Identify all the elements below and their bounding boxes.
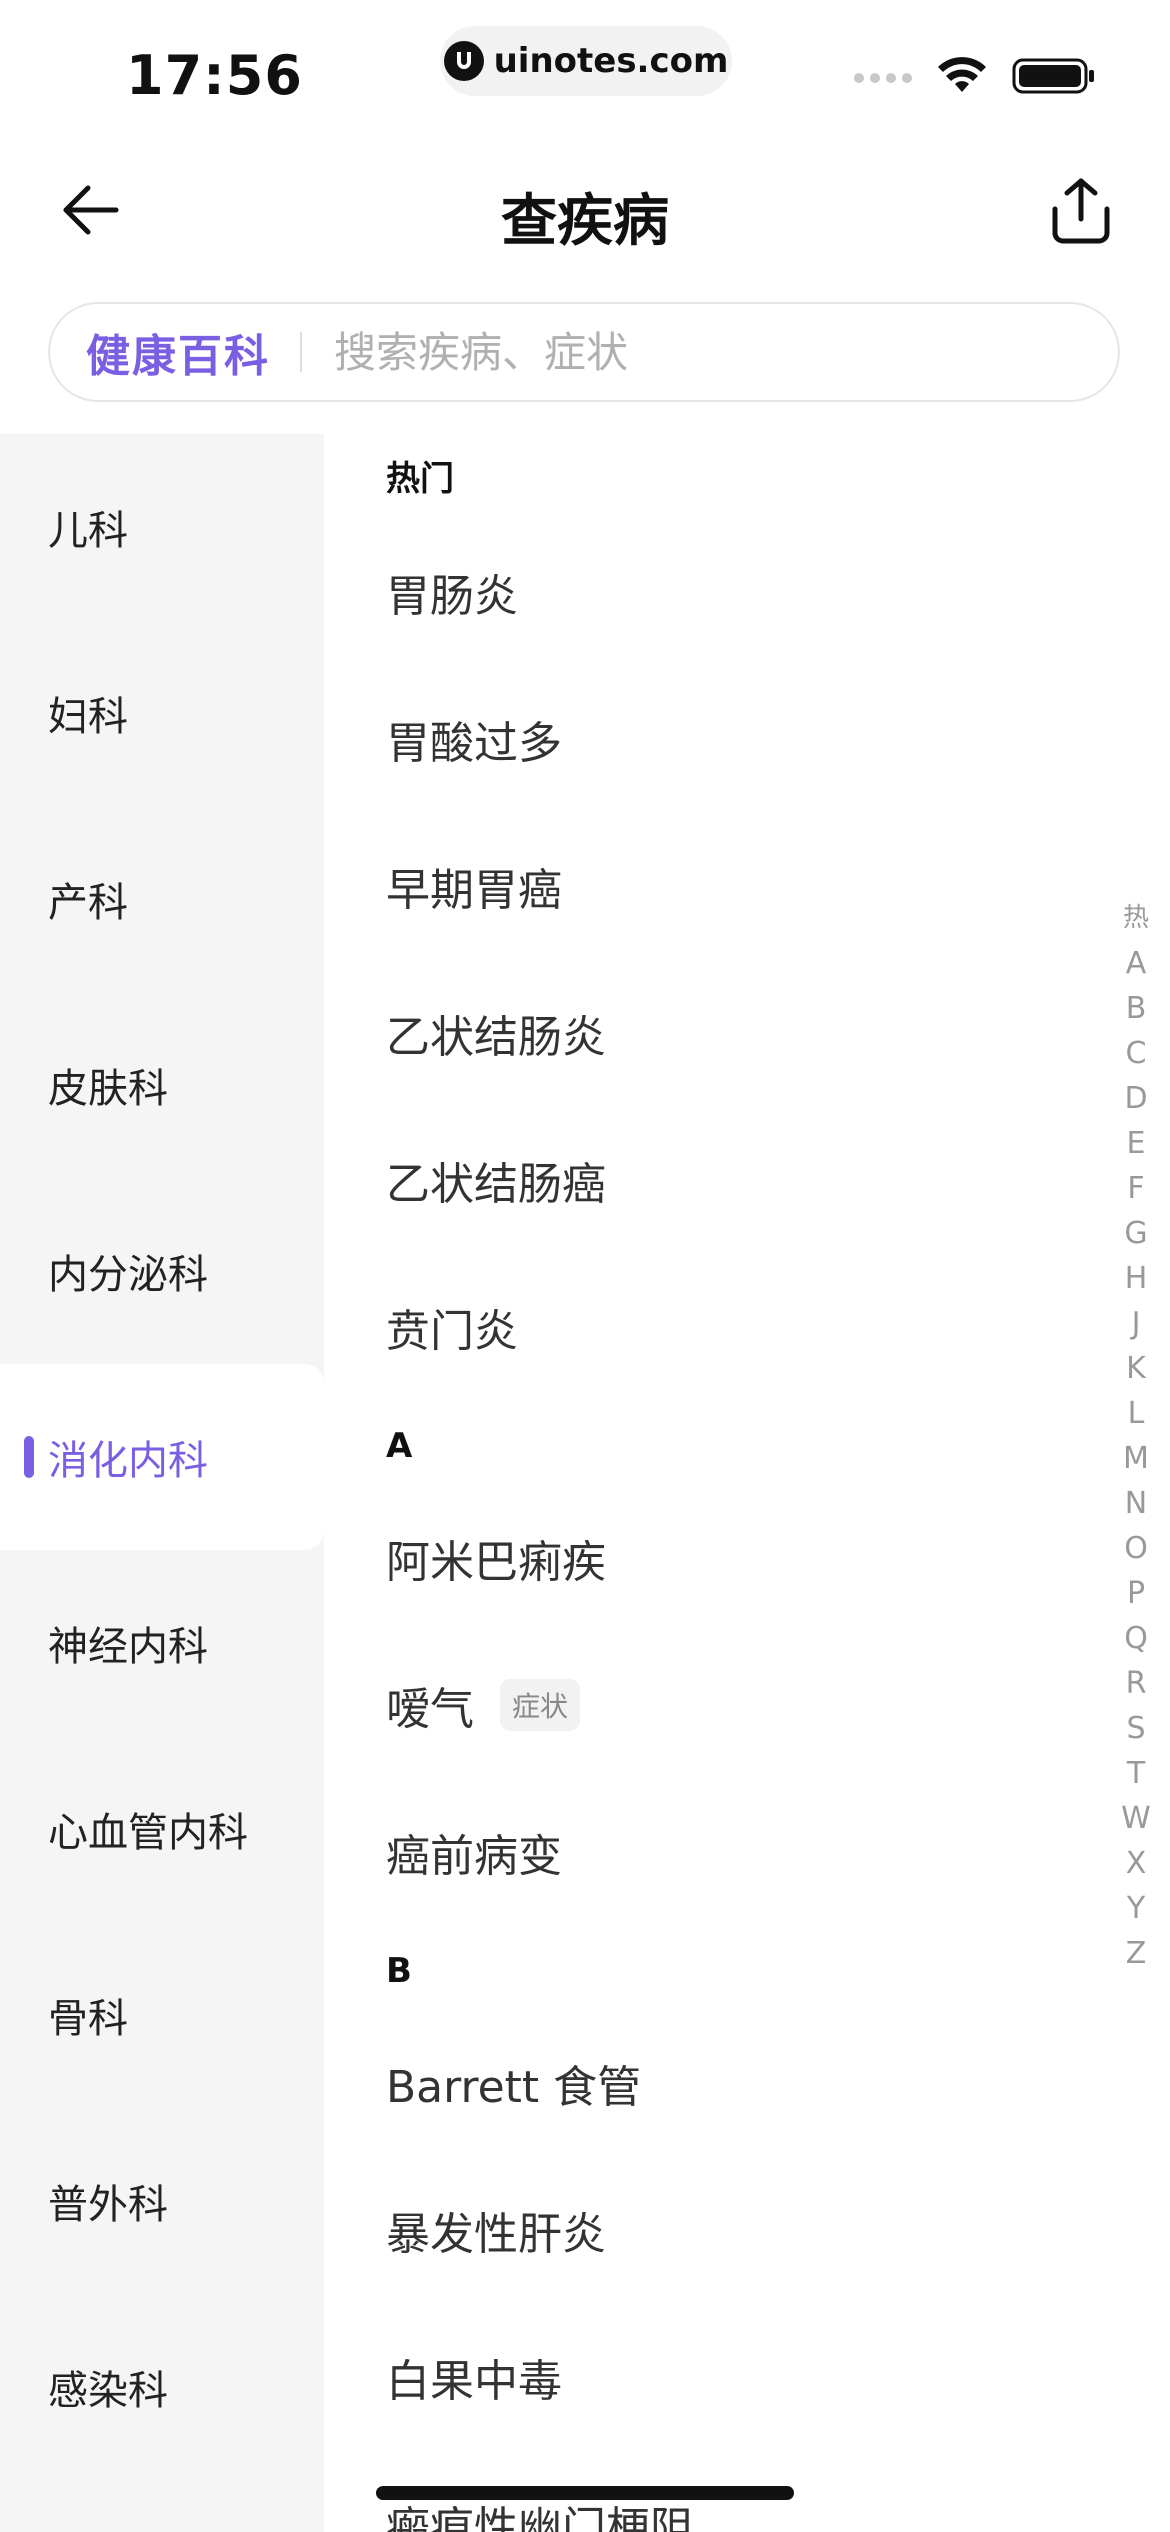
nav-bar: 查疾病 [0,140,1170,280]
url-pill[interactable]: uinotes.com [440,26,732,96]
sidebar-item-label: 普外科 [48,2182,168,2228]
sidebar-item-label: 消化内科 [48,1438,208,1484]
disease-name: 嗳气 [386,1683,474,1735]
section-header: B [386,1951,412,1991]
disease-list-item[interactable]: 胃酸过多 [324,665,1104,812]
index-letter[interactable]: F [1127,1166,1144,1211]
disease-list-item[interactable]: 贲门炎 [324,1253,1104,1400]
index-letter[interactable]: M [1123,1436,1149,1481]
search-input[interactable] [332,326,1118,378]
disease-name: 癌前病变 [386,1830,562,1882]
disease-list-item[interactable]: 嗳气 症状 [324,1631,1104,1778]
search-bar[interactable]: 健康百科 [48,302,1120,402]
sidebar-item[interactable]: 儿科 [0,434,324,620]
disease-list-item[interactable]: 癌前病变 [324,1778,1104,1925]
sidebar-item[interactable]: 感染科 [0,2294,324,2480]
index-letter[interactable]: N [1125,1481,1147,1526]
sidebar-item-label: 内分泌科 [48,1252,208,1298]
symptom-tag: 症状 [500,1678,581,1731]
disease-list-item[interactable]: 胃肠炎 [324,518,1104,665]
section-header: A [386,1426,413,1466]
index-letter[interactable]: L [1128,1391,1145,1436]
sidebar-item-label: 骨科 [48,1996,128,2042]
sidebar-item[interactable]: 骨科 [0,1922,324,2108]
disease-name: 贲门炎 [386,1305,518,1357]
wifi-icon [936,56,988,100]
index-letter[interactable]: P [1127,1571,1145,1616]
sidebar-item-label: 神经内科 [48,1624,208,1670]
share-button[interactable] [1036,166,1126,256]
index-letter[interactable]: J [1132,1301,1141,1346]
index-letter[interactable]: A [1126,941,1147,986]
url-text: uinotes.com [493,41,729,81]
site-logo-icon [443,41,484,81]
sidebar-item-label: 感染科 [48,2368,168,2414]
page-title: 查疾病 [501,189,669,254]
sidebar-item[interactable]: 神经内科 [0,1550,324,1736]
share-icon [1052,178,1110,244]
index-letter[interactable]: T [1127,1751,1145,1796]
cellular-signal-icon [854,73,912,83]
sidebar-item-label: 儿科 [48,508,128,554]
index-letter[interactable]: E [1127,1121,1146,1166]
index-letter[interactable]: R [1126,1661,1147,1706]
index-letter[interactable]: X [1126,1841,1147,1886]
disease-list-item[interactable]: Barrett 食管 [324,2009,1104,2156]
disease-name: 胃肠炎 [386,570,518,622]
disease-list-item[interactable]: 暴发性肝炎 [324,2156,1104,2303]
index-letter[interactable]: Z [1126,1931,1147,1976]
disease-name: Barrett 食管 [386,2061,642,2113]
index-letter[interactable]: W [1121,1796,1151,1841]
disease-name: 早期胃癌 [386,864,562,916]
sidebar-item-label: 皮肤科 [48,1066,168,1112]
search-brand-logo: 健康百科 [86,331,270,382]
disease-name: 胃酸过多 [386,717,562,769]
disease-name: 乙状结肠炎 [386,1011,606,1063]
disease-list-item[interactable]: 早期胃癌 [324,812,1104,959]
sidebar-item[interactable]: 心血管内科 [0,1736,324,1922]
index-letter[interactable]: H [1125,1256,1148,1301]
disease-name: 阿米巴痢疾 [386,1536,606,1588]
index-letter[interactable]: O [1124,1526,1148,1571]
section-header: 热门 [386,459,454,499]
index-letter[interactable]: B [1126,986,1147,1031]
sidebar-item[interactable]: 内分泌科 [0,1178,324,1364]
disease-name: 乙状结肠癌 [386,1158,606,1210]
screen: 17:56 uinotes.com 查疾病 健康百科 搜索疾病、症状 儿科 妇科… [0,0,1170,2532]
status-time: 17:56 [126,44,303,107]
status-bar: 17:56 uinotes.com [0,0,1170,140]
battery-icon [1012,56,1096,100]
sidebar-item-label: 心血管内科 [48,1810,248,1856]
disease-list-item[interactable]: 阿米巴痢疾 [324,1484,1104,1631]
disease-list-item[interactable]: 乙状结肠癌 [324,1106,1104,1253]
disease-list-item[interactable]: 乙状结肠炎 [324,959,1104,1106]
index-letter[interactable]: G [1124,1211,1147,1256]
index-letter[interactable]: Y [1127,1886,1145,1931]
sidebar-item-label: 妇科 [48,694,128,740]
disease-list-item[interactable]: 白果中毒 [324,2303,1104,2450]
index-letter[interactable]: Q [1124,1616,1148,1661]
index-letter[interactable]: C [1126,1031,1147,1076]
index-letter[interactable]: D [1124,1076,1147,1121]
sidebar-item[interactable]: 普外科 [0,2108,324,2294]
index-letter[interactable]: S [1126,1706,1145,1751]
status-indicators [854,56,1096,100]
sidebar-item[interactable]: 消化内科 [0,1364,324,1550]
alphabet-index[interactable]: 热ABCDEFGHJKLMNOPQRSTWXYZ [1116,896,1156,1976]
index-letter[interactable]: 热 [1123,896,1149,941]
disease-name: 暴发性肝炎 [386,2208,606,2260]
home-indicator[interactable] [376,2486,794,2500]
sidebar-item[interactable]: 皮肤科 [0,992,324,1178]
disease-list: 热门胃肠炎胃酸过多早期胃癌乙状结肠炎乙状结肠癌贲门炎 A 阿米巴痢疾嗳气 症状癌前病变… [324,434,1104,2532]
sidebar-item[interactable]: 妇科 [0,620,324,806]
sidebar-item[interactable]: 产科 [0,806,324,992]
disease-name: 白果中毒 [386,2355,562,2407]
index-letter[interactable]: K [1126,1346,1146,1391]
department-sidebar: 儿科妇科产科皮肤科内分泌科消化内科神经内科心血管内科骨科普外科感染科 [0,434,324,2532]
sidebar-item-label: 产科 [48,880,128,926]
search-divider [300,332,302,372]
